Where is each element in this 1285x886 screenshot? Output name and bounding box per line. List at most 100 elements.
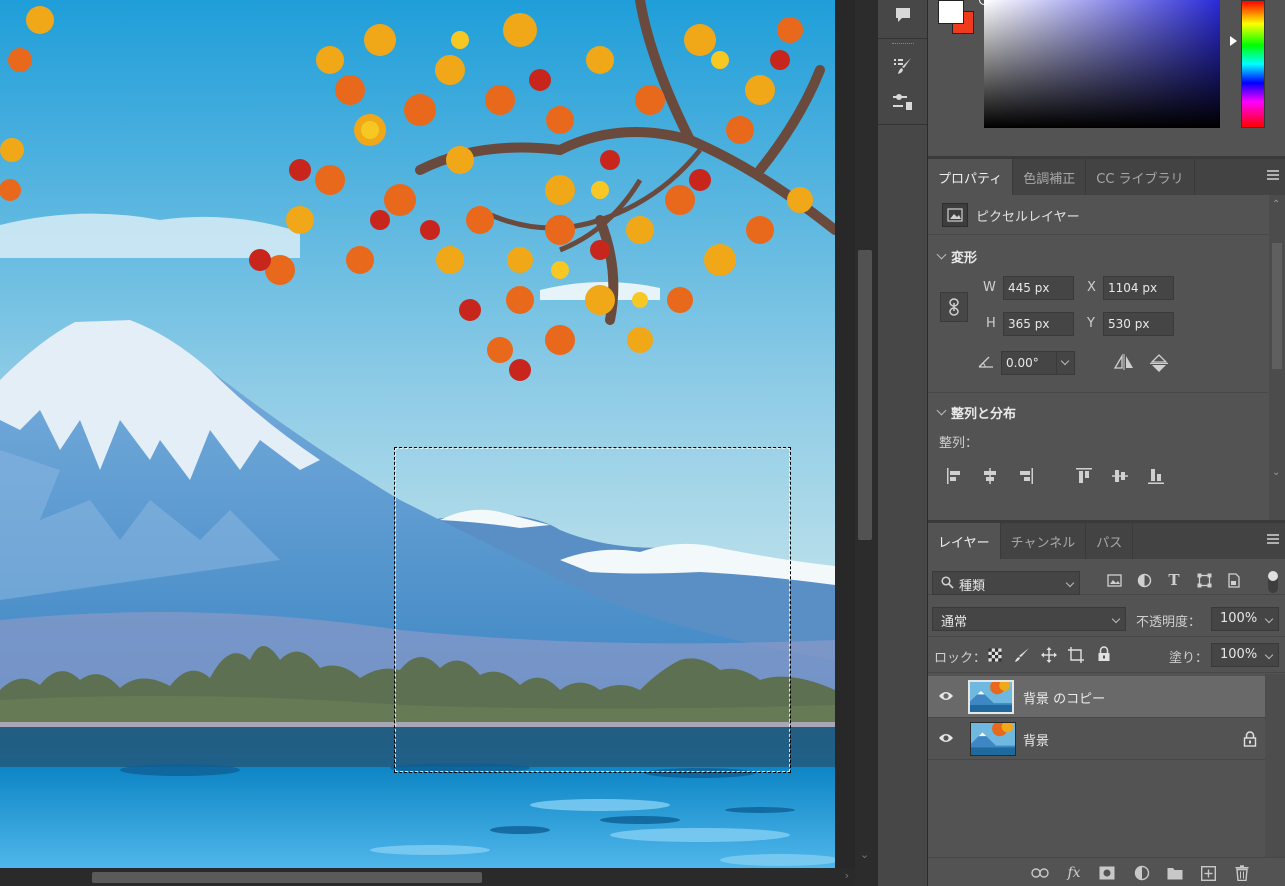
- align-label: 整列：: [939, 436, 979, 451]
- layer-row[interactable]: 背景 のコピー: [928, 676, 1265, 718]
- new-layer-icon[interactable]: [1199, 864, 1217, 882]
- lock-position-icon[interactable]: [1041, 647, 1057, 667]
- align-bottom-edges-icon[interactable]: [1145, 465, 1167, 487]
- layer-type-row: ピクセルレイヤー: [928, 195, 1268, 235]
- adjustment-icon[interactable]: [1133, 864, 1151, 882]
- tab-properties[interactable]: プロパティ: [928, 159, 1014, 195]
- filter-shape-icon[interactable]: [1195, 571, 1213, 589]
- properties-scroll-thumb[interactable]: [1272, 243, 1282, 369]
- filter-kind-select[interactable]: 種類: [932, 571, 1080, 595]
- lock-transparent-pixels-icon[interactable]: [988, 648, 1002, 666]
- panel-menu-icon[interactable]: [1267, 534, 1279, 546]
- document-canvas[interactable]: [0, 0, 835, 868]
- artwork-image: [0, 0, 835, 868]
- comment-icon[interactable]: [888, 2, 918, 28]
- horizontal-scrollbar[interactable]: ›: [0, 868, 855, 886]
- lock-all-icon[interactable]: [1097, 646, 1111, 666]
- filter-smart-object-icon[interactable]: [1225, 571, 1243, 589]
- opacity-field[interactable]: 100%: [1211, 607, 1279, 631]
- layers-scrollbar[interactable]: [1265, 674, 1285, 857]
- hue-slider[interactable]: [1241, 0, 1265, 128]
- panel-menu-icon[interactable]: [1267, 170, 1279, 182]
- layer-row[interactable]: 背景: [928, 718, 1265, 760]
- dock-separator: [878, 124, 927, 125]
- adjustment-tools-icon[interactable]: [888, 89, 918, 115]
- folder-icon[interactable]: [1166, 864, 1184, 882]
- align-vertical-centers-icon[interactable]: [1109, 465, 1131, 487]
- filter-type-icon[interactable]: T: [1165, 571, 1183, 589]
- filter-kind-value: 種類: [959, 579, 986, 594]
- link-icon[interactable]: [1031, 864, 1049, 882]
- trash-icon[interactable]: [1233, 864, 1251, 882]
- flip-vertical-icon[interactable]: [1149, 353, 1169, 377]
- lock-icon[interactable]: [1243, 731, 1257, 747]
- layer-name[interactable]: 背景 のコピー: [1023, 688, 1105, 707]
- align-section-header[interactable]: 整列と分布: [936, 403, 1016, 422]
- lock-artboard-icon[interactable]: [1068, 647, 1084, 667]
- pixel-layer-icon: [942, 203, 968, 227]
- hue-slider-marker[interactable]: [1230, 36, 1237, 46]
- fill-field[interactable]: 100%: [1211, 643, 1279, 667]
- height-label: H: [986, 316, 996, 331]
- scroll-right-icon[interactable]: ›: [845, 869, 849, 882]
- properties-tabbar: プロパティ 色調補正 CC ライブラリ: [928, 159, 1285, 195]
- align-top-edges-icon[interactable]: [1073, 465, 1095, 487]
- eye-icon[interactable]: [938, 732, 954, 744]
- color-picker-cursor[interactable]: [979, 0, 989, 5]
- y-label: Y: [1087, 316, 1095, 331]
- filter-toggle[interactable]: [1268, 571, 1278, 593]
- lock-image-pixels-icon[interactable]: [1014, 647, 1030, 667]
- height-field[interactable]: 365 px: [1003, 312, 1074, 336]
- transform-heading: 変形: [951, 251, 978, 266]
- layer-name[interactable]: 背景: [1023, 730, 1049, 749]
- align-horizontal-centers-icon[interactable]: [979, 465, 1001, 487]
- chevron-down-icon: [1060, 356, 1070, 366]
- dock-separator: [878, 38, 927, 39]
- eye-icon[interactable]: [938, 690, 954, 702]
- layers-tabbar: レイヤー チャンネル パス: [928, 523, 1285, 559]
- blend-opacity-row: 通常 不透明度： 100%: [928, 601, 1285, 637]
- tab-cc-libraries[interactable]: CC ライブラリ: [1086, 159, 1195, 195]
- scroll-down-icon[interactable]: ⌄: [1272, 467, 1280, 478]
- filter-adjustment-icon[interactable]: [1135, 571, 1153, 589]
- mask-icon[interactable]: [1098, 864, 1116, 882]
- tab-channels[interactable]: チャンネル: [1001, 523, 1087, 559]
- blend-mode-select[interactable]: 通常: [932, 607, 1126, 631]
- fx-icon[interactable]: fx: [1065, 864, 1083, 882]
- flip-horizontal-icon[interactable]: [1113, 353, 1135, 375]
- properties-scrollbar[interactable]: ⌃ ⌄: [1269, 195, 1285, 522]
- x-position-field[interactable]: 1104 px: [1103, 276, 1174, 300]
- align-right-edges-icon[interactable]: [1014, 465, 1036, 487]
- tab-adjustments[interactable]: 色調補正: [1013, 159, 1087, 195]
- filter-pixel-icon[interactable]: [1105, 571, 1123, 589]
- width-field[interactable]: 445 px: [1003, 276, 1074, 300]
- align-left-edges-icon[interactable]: [944, 465, 966, 487]
- width-label: W: [983, 280, 996, 295]
- foreground-color-swatch[interactable]: [938, 0, 964, 24]
- vertical-scrollbar[interactable]: ⌄: [855, 0, 877, 886]
- tab-layers[interactable]: レイヤー: [928, 523, 1001, 559]
- horizontal-scroll-thumb[interactable]: [92, 872, 482, 883]
- link-dimensions-icon[interactable]: [940, 292, 968, 322]
- scroll-up-icon[interactable]: ⌃: [1272, 199, 1280, 210]
- brush-settings-icon[interactable]: [888, 53, 918, 79]
- properties-panel: ピクセルレイヤー 変形 W 445 px X 1104 px H 365 px …: [928, 195, 1285, 522]
- y-position-field[interactable]: 530 px: [1103, 312, 1174, 336]
- layer-type-label: ピクセルレイヤー: [976, 210, 1080, 225]
- chevron-down-icon: [1264, 614, 1274, 624]
- transform-section-header[interactable]: 変形: [936, 247, 978, 266]
- dock-grip: [892, 43, 914, 46]
- color-picker-field[interactable]: [979, 0, 1220, 128]
- angle-field[interactable]: 0.00°: [1001, 351, 1075, 375]
- chevron-down-icon: [1111, 614, 1121, 624]
- angle-dropdown[interactable]: [1056, 352, 1074, 374]
- canvas-pasteboard: [835, 0, 855, 868]
- chevron-down-icon: [1065, 578, 1075, 588]
- opacity-value: 100%: [1220, 611, 1258, 626]
- tab-paths[interactable]: パス: [1086, 523, 1134, 559]
- vertical-scroll-thumb[interactable]: [858, 250, 872, 540]
- layers-footer: fx: [928, 857, 1285, 886]
- scroll-down-icon[interactable]: ⌄: [860, 848, 869, 861]
- right-panels: プロパティ 色調補正 CC ライブラリ ピクセルレイヤー 変形 W 445 px…: [928, 0, 1285, 886]
- panel-icon-dock: [877, 0, 928, 886]
